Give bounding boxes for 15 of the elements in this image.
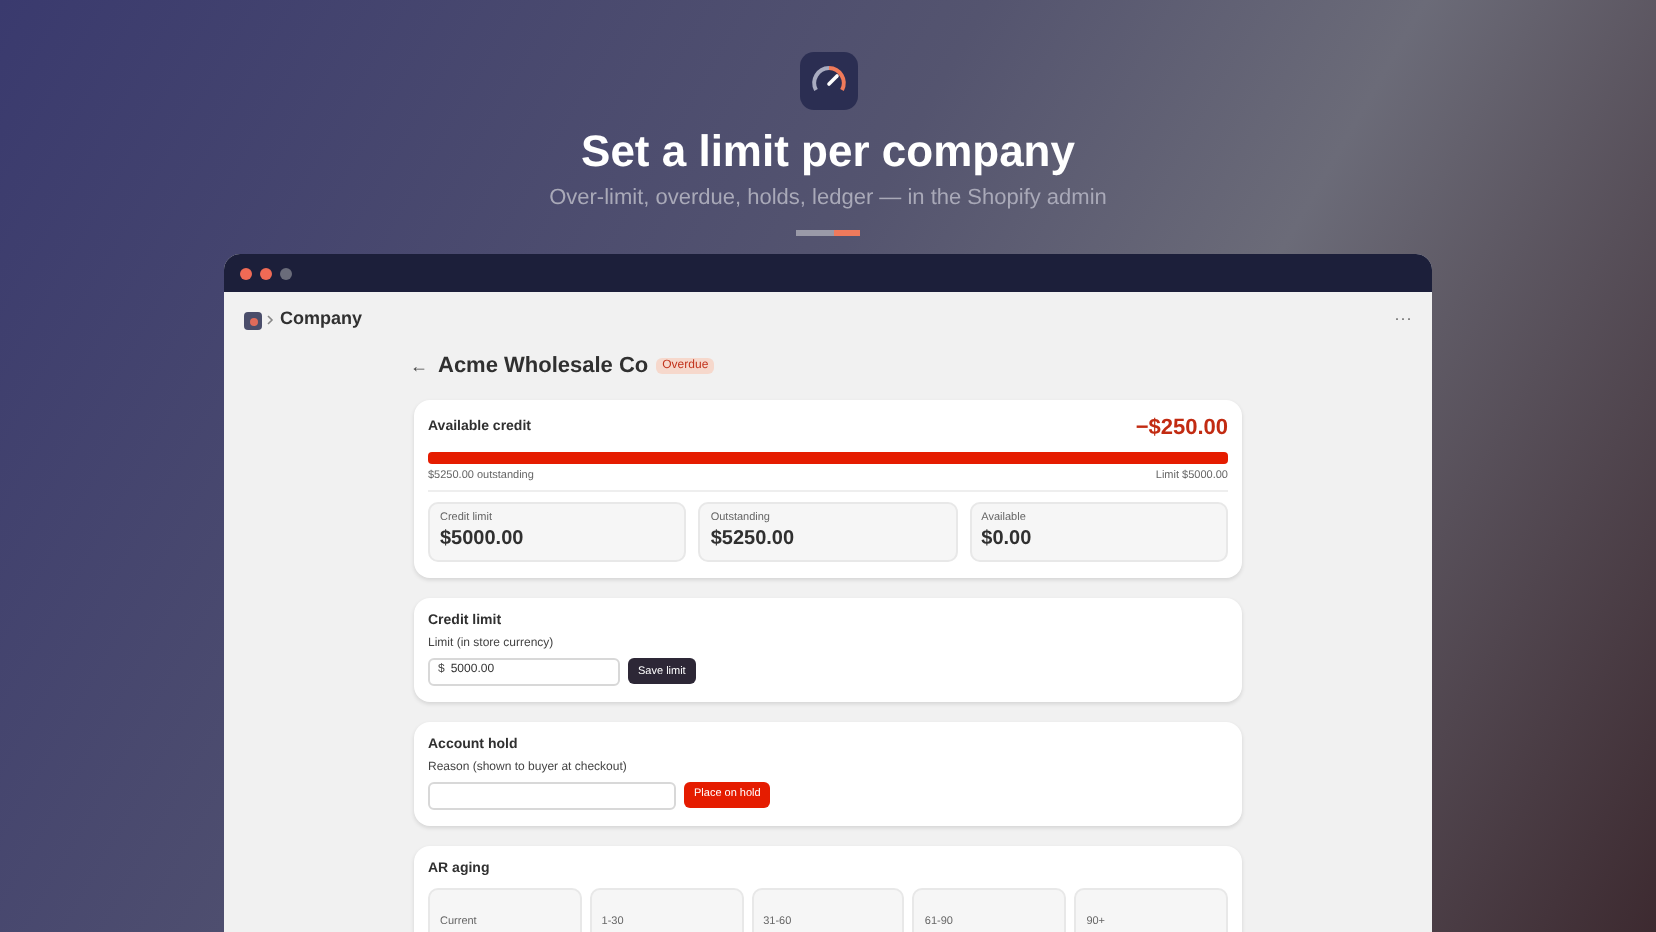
chevron-icon (266, 314, 274, 326)
reason-field[interactable] (428, 781, 676, 810)
more-menu-button[interactable]: ··· (1394, 306, 1412, 334)
app-logo-icon (244, 311, 262, 329)
stat-value: $0.00 (981, 528, 1034, 552)
stat-value: $5250.00 (710, 528, 797, 552)
back-button[interactable]: ← (410, 355, 428, 377)
breadcrumb-link[interactable]: Company (280, 306, 363, 334)
page-title: Acme Wholesale Co (438, 353, 649, 379)
hero-title: Set a limit per company (581, 124, 1075, 180)
available-amount: −$250.00 (1135, 416, 1228, 442)
hero-subtitle: Over-limit, overdue, holds, ledger — in the Shopify admin (549, 184, 1107, 212)
slide-indicator-icon (796, 230, 860, 236)
stat-value: $5000.00 (440, 528, 526, 552)
speedometer-logo-icon (799, 52, 857, 110)
